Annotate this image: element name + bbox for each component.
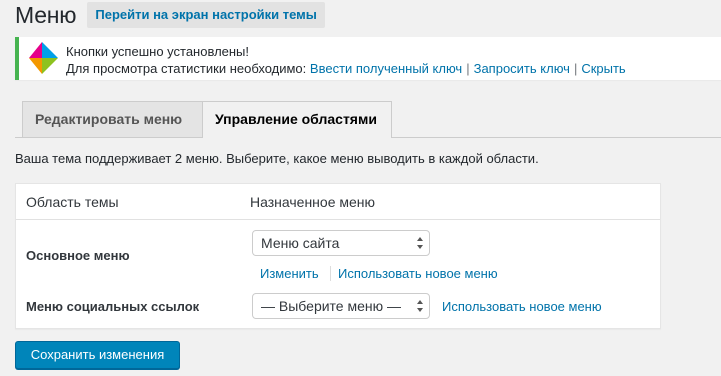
page-title: Меню bbox=[15, 2, 77, 28]
social-menu-select[interactable]: — Выберите меню — bbox=[252, 293, 430, 319]
tab-manage-locations[interactable]: Управление областями bbox=[202, 101, 392, 138]
success-notice: Кнопки успешно установлены! Для просмотр… bbox=[15, 37, 721, 80]
column-header-location: Область темы bbox=[26, 194, 119, 210]
location-label-social: Меню социальных ссылок bbox=[26, 299, 200, 314]
use-new-menu-link-primary[interactable]: Использовать новое меню bbox=[338, 266, 498, 281]
enter-key-link[interactable]: Ввести полученный ключ bbox=[310, 61, 462, 76]
separator: | bbox=[466, 61, 470, 76]
select-value: Меню сайта bbox=[261, 235, 340, 251]
notice-line-2: Для просмотра статистики необходимо: Вве… bbox=[66, 60, 626, 77]
select-value: — Выберите меню — bbox=[261, 298, 402, 314]
manage-with-customizer-button[interactable]: Перейти на экран настройки темы bbox=[87, 2, 325, 28]
share-buttons-logo-icon bbox=[29, 42, 58, 74]
column-header-menu: Назначенное меню bbox=[250, 194, 376, 210]
notice-message: Кнопки успешно установлены! Для просмотр… bbox=[66, 43, 626, 77]
link-divider bbox=[330, 266, 331, 281]
hide-notice-link[interactable]: Скрыть bbox=[581, 61, 625, 76]
page-header: Меню Перейти на экран настройки темы bbox=[15, 0, 325, 30]
locations-description: Ваша тема поддерживает 2 меню. Выберите,… bbox=[15, 151, 539, 166]
menu-locations-table: Область темы Назначенное меню Основное м… bbox=[15, 183, 661, 329]
use-new-menu-link-social[interactable]: Использовать новое меню bbox=[442, 299, 602, 314]
notice-line-1: Кнопки успешно установлены! bbox=[66, 44, 250, 59]
table-header: Область темы Назначенное меню bbox=[16, 184, 660, 220]
select-arrows-icon bbox=[417, 300, 423, 312]
select-arrows-icon bbox=[417, 237, 423, 249]
edit-menu-link[interactable]: Изменить bbox=[260, 266, 319, 281]
separator: | bbox=[573, 61, 578, 76]
request-key-link[interactable]: Запросить ключ bbox=[474, 61, 570, 76]
primary-menu-select[interactable]: Меню сайта bbox=[252, 230, 430, 256]
location-label-primary: Основное меню bbox=[26, 248, 130, 263]
save-changes-button[interactable]: Сохранить изменения bbox=[15, 341, 180, 369]
notice-prefix: Для просмотра статистики необходимо: bbox=[66, 61, 307, 76]
nav-tabs: Редактировать меню Управление областями bbox=[15, 101, 721, 138]
tab-edit-menus[interactable]: Редактировать меню bbox=[22, 101, 211, 137]
